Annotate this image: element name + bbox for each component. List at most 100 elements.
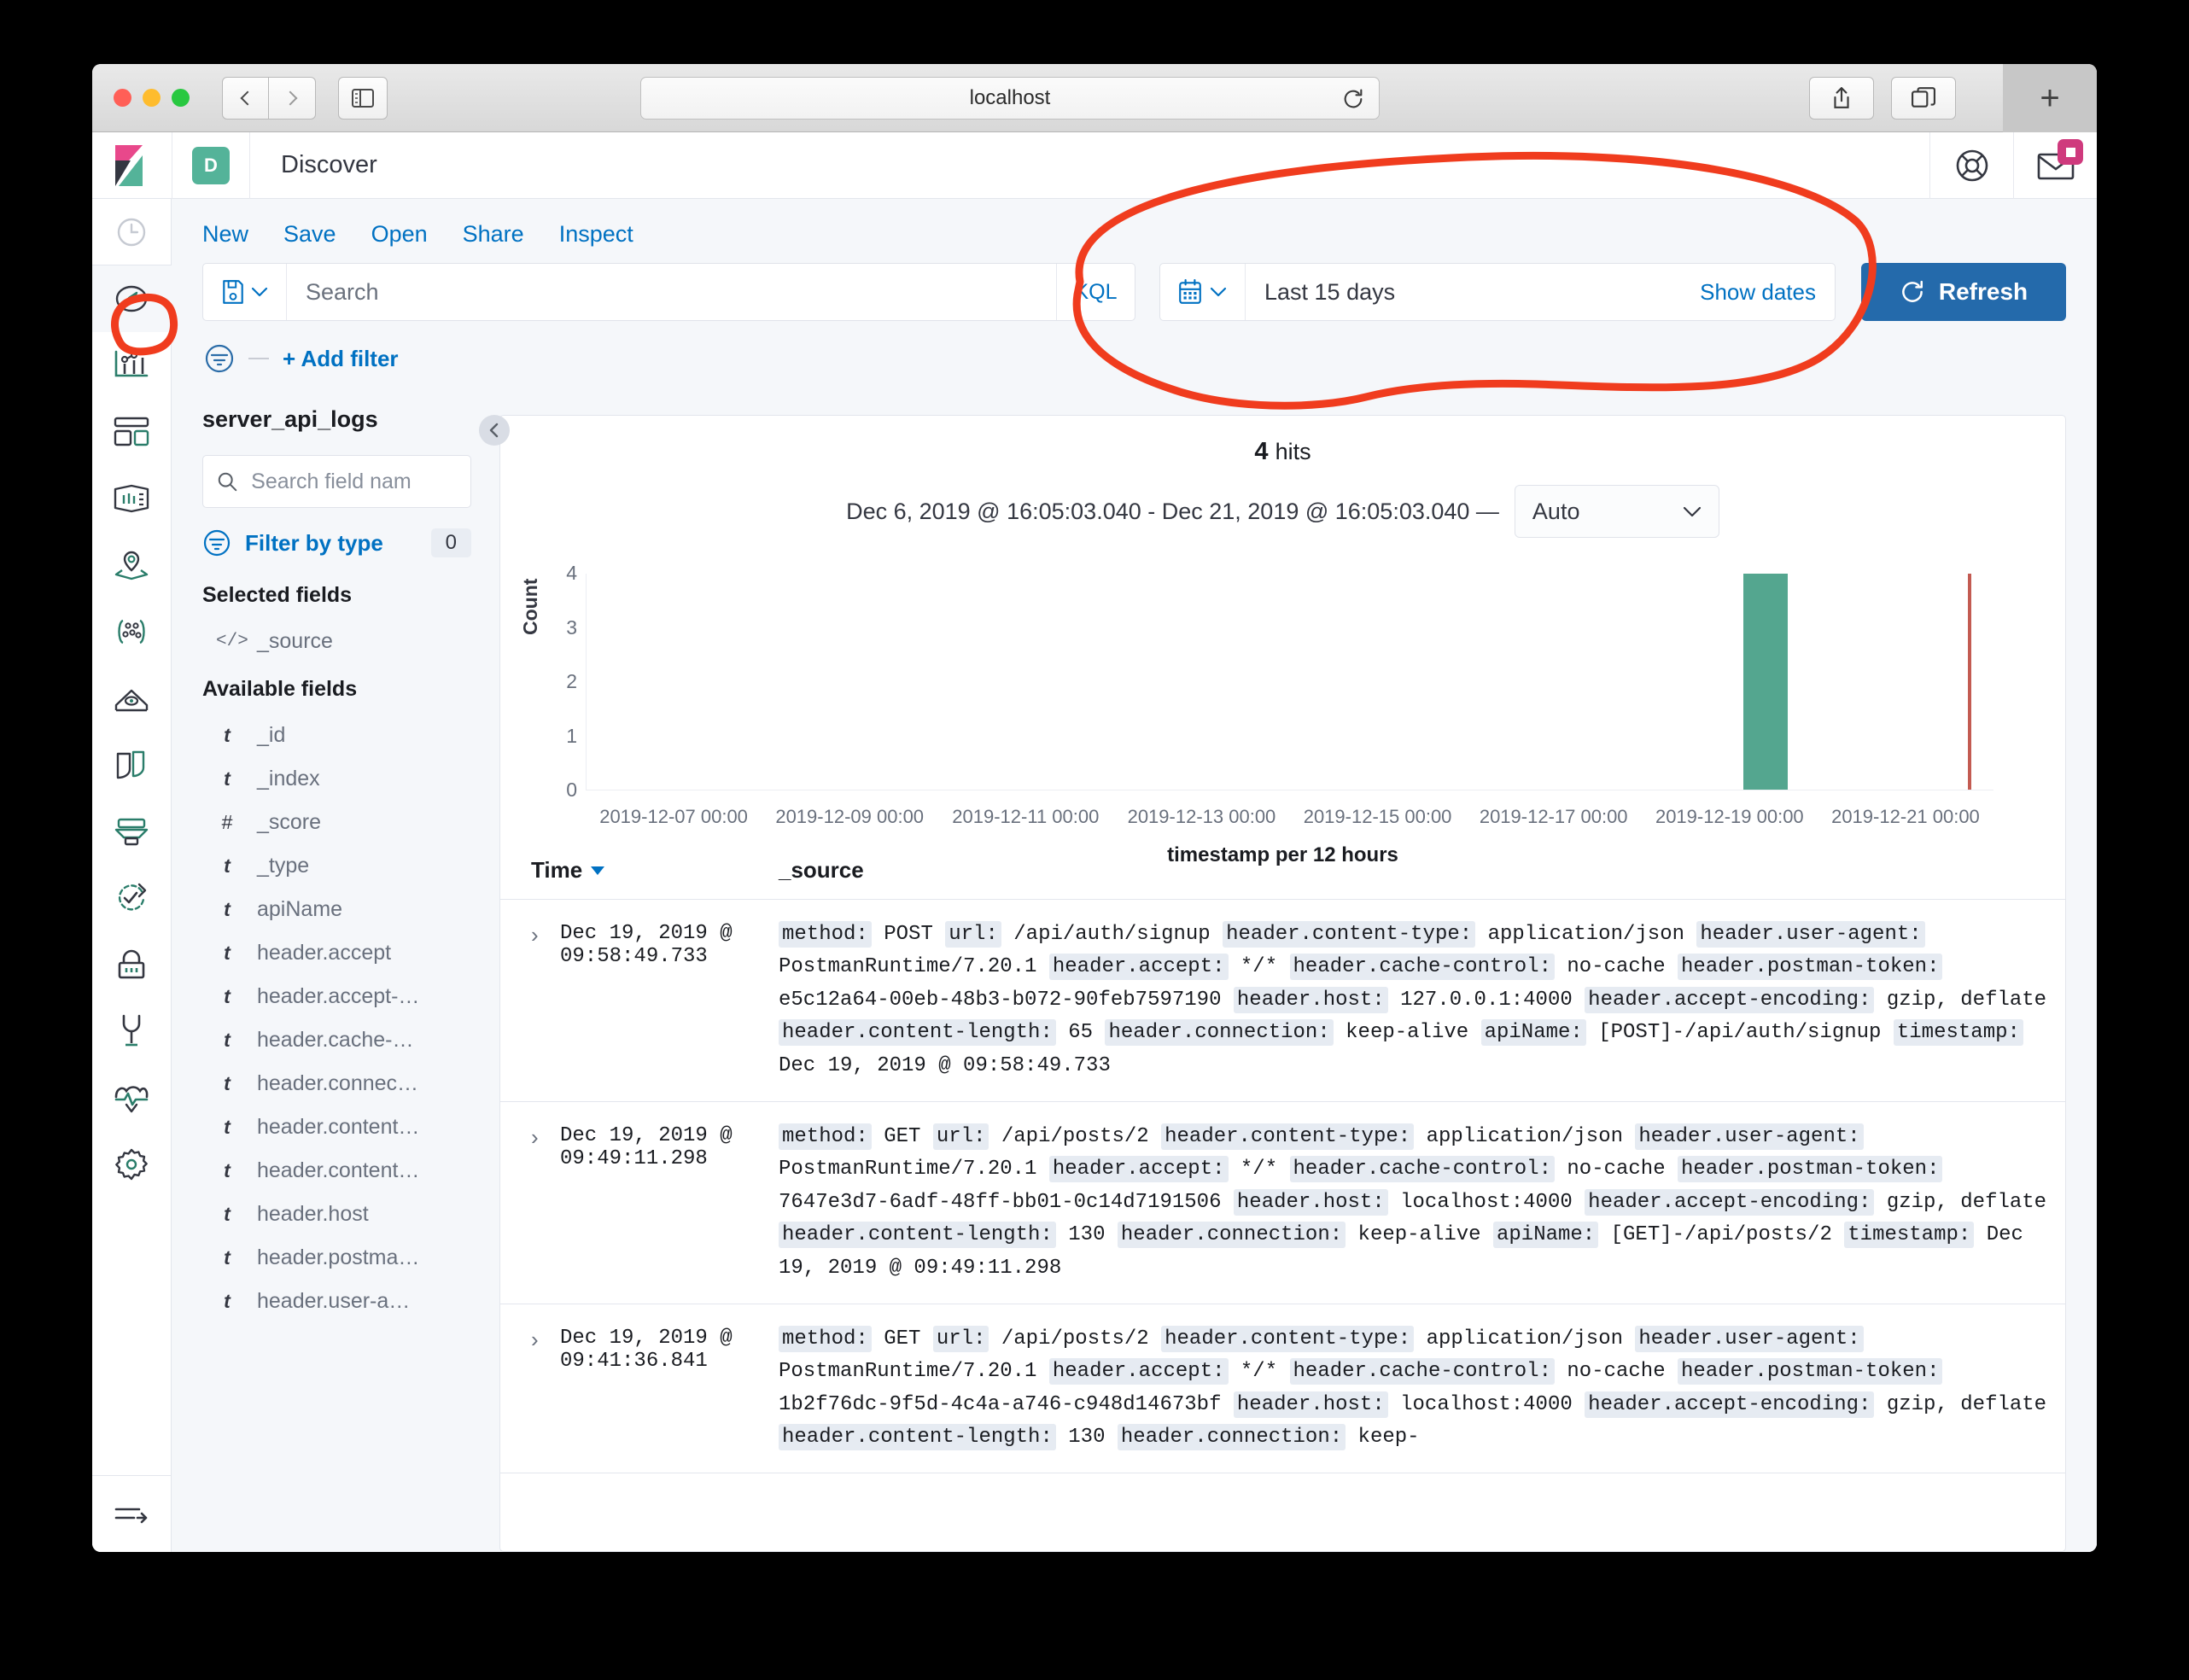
source-field-key: method:: [779, 1123, 872, 1150]
kql-button[interactable]: KQL: [1056, 264, 1135, 320]
url-bar[interactable]: localhost: [640, 77, 1380, 120]
field-name: header.accept-…: [257, 984, 420, 1008]
reload-icon[interactable]: [1341, 87, 1365, 115]
source-field-value: no-cache: [1567, 1360, 1666, 1384]
news-feed-button[interactable]: [2013, 132, 2097, 199]
field-item-header-content-[interactable]: t header.content…: [202, 1149, 499, 1193]
sidebar-item-visualize[interactable]: [92, 332, 172, 399]
kibana-logo[interactable]: [92, 143, 172, 188]
field-search-input[interactable]: [249, 468, 457, 495]
saved-query-button[interactable]: [203, 264, 287, 320]
tab-overview-button[interactable]: [1891, 77, 1956, 120]
sidebar-item-canvas[interactable]: [92, 465, 172, 532]
add-filter-button[interactable]: + Add filter: [283, 346, 399, 372]
field-item-header-user-a-[interactable]: t header.user-a…: [202, 1280, 499, 1323]
field-item-header-content-[interactable]: t header.content…: [202, 1105, 499, 1149]
monitoring-heartbeat-icon: [114, 1086, 149, 1113]
collapse-sidebar-button[interactable]: [479, 415, 510, 446]
sidebar-item-collapse-nav[interactable]: [92, 1475, 172, 1552]
filter-type-count: 0: [430, 528, 471, 557]
search-input[interactable]: [287, 264, 1056, 320]
field-item-header-accept-[interactable]: t header.accept-…: [202, 975, 499, 1018]
table-row[interactable]: › Dec 19, 2019 @ 09:58:49.733 method: POST…: [500, 900, 2065, 1102]
refresh-button[interactable]: Refresh: [1861, 263, 2066, 321]
infrastructure-icon: [114, 689, 149, 712]
table-row[interactable]: › Dec 19, 2019 @ 09:49:11.298 method: GET …: [500, 1102, 2065, 1304]
field-item-header-accept[interactable]: t header.accept: [202, 931, 499, 975]
date-range-value[interactable]: Last 15 days: [1246, 279, 1700, 306]
maximize-window-button[interactable]: [172, 89, 190, 107]
sidebar-item-siem[interactable]: [92, 931, 172, 998]
chevron-left-icon: [489, 423, 499, 438]
menu-item-share[interactable]: Share: [463, 221, 524, 248]
expand-row-icon[interactable]: ›: [531, 1121, 560, 1285]
source-field-key: apiName:: [1492, 1222, 1599, 1249]
x-axis-tick: 2019-12-07 00:00: [599, 806, 748, 827]
help-button[interactable]: [1929, 132, 2013, 199]
expand-row-icon[interactable]: ›: [531, 919, 560, 1082]
show-dates-link[interactable]: Show dates: [1700, 279, 1835, 306]
menu-item-inspect[interactable]: Inspect: [559, 221, 633, 248]
minimize-window-button[interactable]: [143, 89, 161, 107]
filter-by-type-row[interactable]: Filter by type 0: [202, 528, 471, 557]
field-item--index[interactable]: t _index: [202, 757, 499, 801]
close-window-button[interactable]: [114, 89, 131, 107]
sidebar-item-infrastructure[interactable]: [92, 665, 172, 732]
field-name: header.postma…: [257, 1245, 420, 1269]
sidebar-item-maps[interactable]: [92, 532, 172, 598]
source-field-key: apiName:: [1480, 1019, 1586, 1047]
source-field-value: keep-alive: [1357, 1223, 1481, 1247]
field-item-header-postma-[interactable]: t header.postma…: [202, 1236, 499, 1280]
sidebar-item-logs[interactable]: [92, 732, 172, 798]
sidebar-item-monitoring[interactable]: [92, 1065, 172, 1131]
gear-icon: [115, 1148, 148, 1181]
field-item--type[interactable]: t _type: [202, 844, 499, 888]
field-item-apiname[interactable]: t apiName: [202, 888, 499, 931]
sidebar-item-dev-tools[interactable]: [92, 998, 172, 1065]
now-marker-line: [1968, 574, 1972, 790]
field-search-wrapper: [202, 455, 471, 508]
filter-icon[interactable]: [204, 343, 235, 374]
search-icon: [218, 472, 237, 492]
field-item-header-cache-[interactable]: t header.cache-…: [202, 1018, 499, 1062]
back-button[interactable]: [222, 76, 269, 120]
share-button[interactable]: [1809, 77, 1874, 120]
expand-row-icon[interactable]: ›: [531, 1323, 560, 1455]
field-item-header-host[interactable]: t header.host: [202, 1193, 499, 1236]
available-fields-list: t _id t _index # _score t _type t apiName t header.…: [202, 714, 499, 1323]
sidebar-item-recently-viewed[interactable]: [92, 199, 172, 265]
sidebar-item-management[interactable]: [92, 1131, 172, 1198]
menu-item-open[interactable]: Open: [371, 221, 428, 248]
source-field-value: */*: [1240, 1360, 1278, 1384]
field-name: _id: [257, 723, 286, 747]
source-field-value: keep-: [1357, 1426, 1420, 1450]
histogram-bar[interactable]: [1742, 574, 1789, 790]
forward-button[interactable]: [269, 76, 316, 120]
source-field-key: header.content-type:: [1161, 1123, 1415, 1150]
canvas-icon: [114, 484, 149, 513]
sidebar-toggle-button[interactable]: [338, 76, 388, 120]
field-item--source[interactable]: </> _source: [202, 620, 499, 663]
date-quick-select-button[interactable]: [1160, 264, 1246, 320]
field-item-header-connec-[interactable]: t header.connec…: [202, 1062, 499, 1105]
sidebar-item-uptime[interactable]: [92, 865, 172, 931]
refresh-button-label: Refresh: [1938, 278, 2028, 305]
x-axis-tick: 2019-12-21 00:00: [1831, 806, 1980, 827]
sidebar-item-machine-learning[interactable]: [92, 598, 172, 665]
sidebar-item-dashboard[interactable]: [92, 399, 172, 465]
field-type-icon: t: [224, 1116, 231, 1138]
field-item--id[interactable]: t _id: [202, 714, 499, 757]
source-field-key: header.cache-control:: [1289, 954, 1555, 981]
discover-card: 4 hits Dec 6, 2019 @ 16:05:03.040 - Dec …: [499, 415, 2066, 1552]
menu-item-save[interactable]: Save: [283, 221, 336, 248]
field-type-icon: t: [224, 855, 231, 877]
field-item--score[interactable]: # _score: [202, 801, 499, 844]
source-field-key: header.user-agent:: [1696, 921, 1925, 948]
menu-item-new[interactable]: New: [202, 221, 248, 248]
sidebar-item-apm[interactable]: [92, 798, 172, 865]
table-row[interactable]: › Dec 19, 2019 @ 09:41:36.841 method: GET …: [500, 1304, 2065, 1474]
source-field-key: url:: [932, 1325, 989, 1352]
new-tab-button[interactable]: +: [2003, 64, 2097, 132]
sidebar-item-discover[interactable]: [92, 265, 172, 332]
interval-select[interactable]: Auto: [1514, 485, 1719, 538]
